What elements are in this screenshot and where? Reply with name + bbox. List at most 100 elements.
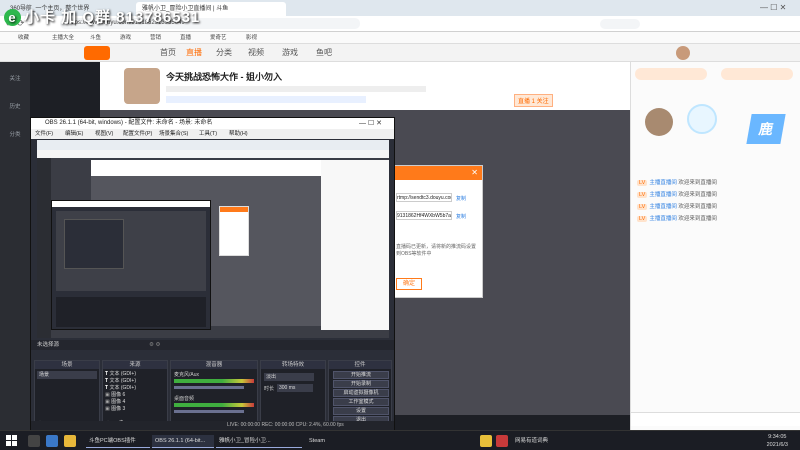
nav-item[interactable]: 游戏	[282, 47, 298, 58]
start-recording-button[interactable]: 开始录制	[333, 380, 389, 388]
push-settings-dialog: ✕ rtmp://sendtc3.douyu.com/live 复制 91318…	[393, 165, 483, 298]
search-field[interactable]	[600, 19, 640, 29]
preview-obs-nested	[51, 200, 211, 330]
follow-badge[interactable]: 直播 1 关注	[514, 94, 553, 107]
confirm-button[interactable]: 确定	[396, 278, 422, 290]
stream-tags	[166, 96, 366, 103]
folder-icon[interactable]	[64, 435, 76, 447]
stream-meta	[166, 86, 426, 92]
status-text: LIVE: 00:00:00 REC: 00:00:00 CPU: 2.4%, …	[227, 422, 344, 428]
nav-item[interactable]: 鱼吧	[316, 47, 332, 58]
sidebar-item[interactable]: 历史	[0, 102, 30, 110]
duration-input[interactable]: 300 ms	[277, 384, 313, 392]
volume-slider[interactable]	[174, 386, 244, 389]
volume-meter	[174, 379, 254, 383]
mixer-label: 麦克风/Aux	[174, 372, 200, 378]
dialog-hint: 直播码已更新，请将新的推流码设置到OBS等软件中	[396, 244, 477, 257]
gear-icon[interactable]: ⚙ ⚙	[149, 340, 160, 350]
windows-taskbar: 斗鱼PC端OBS插件 OBS 26.1.1 (64-bit... 雅帆小卫_冒险…	[0, 430, 800, 450]
nav-item-active[interactable]: 直播	[186, 47, 202, 58]
obs-status-bar: LIVE: 00:00:00 REC: 00:00:00 CPU: 2.4%, …	[31, 421, 394, 430]
windows-start-icon[interactable]	[6, 435, 17, 446]
nested-title	[52, 201, 210, 207]
ie-icon[interactable]	[46, 435, 58, 447]
obs-title: OBS 26.1.1 (64-bit, windows) - 配置文件: 未命名…	[31, 118, 394, 129]
scenes-dock-title: 场景	[35, 361, 99, 369]
menu-profile[interactable]: 配置文件(P)	[123, 129, 152, 139]
settings-button[interactable]: 设置	[333, 407, 389, 415]
clock-time: 9:34:05	[768, 434, 787, 440]
source-item[interactable]: ▣ 图像 4	[105, 399, 136, 406]
system-clock[interactable]: 9:34:05 2021/6/3	[767, 433, 788, 449]
search-icon[interactable]	[28, 435, 40, 447]
streamer-avatar[interactable]	[124, 68, 160, 104]
menu-help[interactable]: 帮助(H)	[229, 129, 248, 139]
scene-item[interactable]: 场景	[37, 371, 97, 379]
sidebar-item[interactable]: 分类	[0, 130, 30, 138]
taskbar-item[interactable]: 网易有道词典	[512, 435, 572, 448]
source-item[interactable]: ▣ 图像 6	[105, 392, 136, 399]
obs-window-controls[interactable]: — ☐ ✕	[359, 119, 382, 127]
preview-sidebar	[37, 158, 51, 338]
menu-edit[interactable]: 编辑(E)	[65, 129, 83, 139]
source-item[interactable]: T 文本 (GDI+)	[105, 378, 136, 385]
preview-site-header	[37, 150, 389, 158]
preview-chat	[321, 160, 389, 330]
source-item[interactable]: T 文本 (GDI+)	[105, 385, 136, 392]
window-controls[interactable]: — ☐ ✕	[760, 3, 786, 12]
nav-item[interactable]: 分类	[216, 47, 232, 58]
sidebar-item[interactable]: 关注	[0, 74, 30, 82]
nested-docks	[56, 297, 206, 327]
bookmark-item[interactable]: 游戏	[120, 32, 131, 44]
bookmark-item[interactable]: 收藏	[18, 32, 29, 44]
menu-tools[interactable]: 工具(T)	[199, 129, 217, 139]
rank-tab[interactable]	[635, 68, 707, 80]
close-icon[interactable]: ✕	[394, 166, 482, 180]
transition-select[interactable]: 淡出	[264, 373, 314, 381]
source-item[interactable]: ▣ 图像 3	[105, 406, 136, 413]
chat-input[interactable]	[631, 412, 800, 426]
taskbar-item[interactable]: Steam	[306, 435, 354, 448]
nav-item[interactable]: 首页	[160, 47, 176, 58]
site-logo[interactable]	[84, 46, 110, 60]
volume-slider[interactable]	[174, 410, 244, 413]
watermark-overlay: e 小卡 加 Q群 813786531	[4, 6, 200, 27]
menu-file[interactable]: 文件(F)	[35, 129, 53, 139]
bookmark-item[interactable]: 爱奇艺	[210, 32, 227, 44]
chat-panel: 鹿 LV 主播直播间 欢迎来到直播间 LV 主播直播间 欢迎来到直播间 LV 主播直播…	[630, 62, 800, 430]
bookmark-item[interactable]: 主播大全	[52, 32, 74, 44]
virtual-camera-button[interactable]: 启动虚拟摄像机	[333, 389, 389, 397]
stream-key-field[interactable]: 9131862Hf4WXbW5b7a8DeTeaSecret=********	[396, 211, 452, 220]
nav-item[interactable]: 视频	[248, 47, 264, 58]
bookmark-item[interactable]: 营销	[150, 32, 161, 44]
sources-dock-title: 来源	[103, 361, 167, 369]
rtmp-url-field[interactable]: rtmp://sendtc3.douyu.com/live	[396, 193, 452, 202]
taskbar-item[interactable]: 斗鱼PC端OBS插件	[86, 435, 150, 448]
site-header: 首页 直播 分类 视频 游戏 鱼吧	[0, 44, 800, 62]
mixer-dock: 混音器 麦克风/Aux 桌面音频	[170, 360, 258, 428]
studio-mode-button[interactable]: 工作室模式	[333, 398, 389, 406]
menu-view[interactable]: 视图(V)	[95, 129, 113, 139]
source-item[interactable]: T 文本 (GDI+)	[105, 371, 136, 378]
taskbar-item[interactable]: 雅帆小卫_冒险小卫...	[216, 435, 302, 448]
user-avatar[interactable]	[676, 46, 690, 60]
obs-window: OBS 26.1.1 (64-bit, windows) - 配置文件: 未命名…	[30, 117, 395, 430]
transitions-dock: 转场特效 淡出 时长 300 ms	[260, 360, 326, 428]
taskbar-item[interactable]: OBS 26.1.1 (64-bit...	[152, 435, 214, 448]
bookmark-item[interactable]: 斗鱼	[90, 32, 101, 44]
anchor-avatar	[645, 108, 673, 136]
volume-meter	[174, 403, 254, 407]
app-icon[interactable]	[480, 435, 492, 447]
start-streaming-button[interactable]: 开始推流	[333, 371, 389, 379]
stream-header: 今天挑战恐怖大作 - 姐小勿入 直播 1 关注	[100, 62, 630, 110]
copy-link[interactable]: 复制	[456, 195, 466, 202]
rank-tab[interactable]	[721, 68, 793, 80]
bookmark-item[interactable]: 影视	[246, 32, 257, 44]
app-icon[interactable]	[496, 435, 508, 447]
scenes-dock: 场景 场景 + − ∧ ∨	[34, 360, 100, 428]
obs-preview[interactable]	[37, 140, 389, 338]
menu-scene-collection[interactable]: 场景集合(S)	[159, 129, 188, 139]
bookmark-item[interactable]: 直播	[180, 32, 191, 44]
copy-link[interactable]: 复制	[456, 213, 466, 220]
nested-preview	[56, 211, 206, 291]
